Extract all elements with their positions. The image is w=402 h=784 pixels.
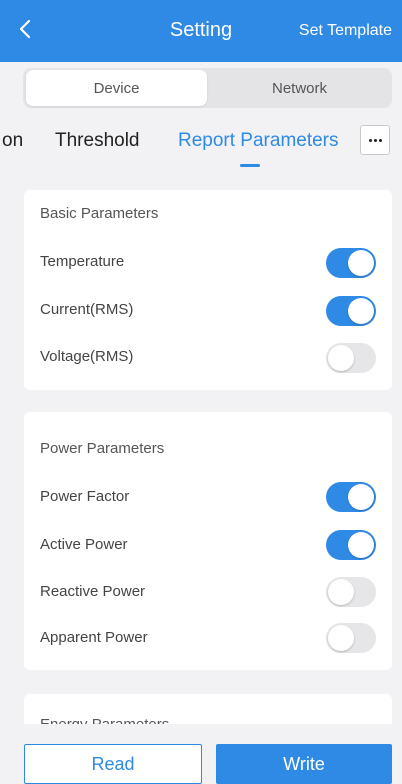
basic-parameters-card: Basic Parameters Temperature Current(RMS… [24,190,392,390]
bottom-action-bar: Read Write [0,724,402,784]
segment-device[interactable]: Device [26,70,207,106]
current-rms-label: Current(RMS) [40,301,134,318]
active-power-label: Active Power [40,536,128,553]
set-template-button[interactable]: Set Template [299,22,392,40]
power-parameters-card: Power Parameters Power Factor Active Pow… [24,412,392,670]
device-network-segment: Device Network [23,68,392,108]
apparent-power-toggle[interactable] [326,623,376,653]
temperature-label: Temperature [40,253,125,270]
current-rms-toggle[interactable] [326,296,376,326]
active-power-toggle[interactable] [326,530,376,560]
segment-network[interactable]: Network [209,70,390,106]
tab-threshold[interactable]: Threshold [55,130,140,152]
power-parameters-title: Power Parameters [40,440,165,457]
temperature-toggle[interactable] [326,248,376,278]
tab-partial[interactable]: on [2,130,23,152]
page-title: Setting [169,19,233,41]
power-factor-toggle[interactable] [326,482,376,512]
back-button[interactable] [14,18,36,44]
parameter-tabs: on Threshold Report Parameters [0,118,402,178]
voltage-rms-label: Voltage(RMS) [40,348,134,365]
chevron-left-icon [19,19,31,44]
tab-report-parameters[interactable]: Report Parameters [178,130,339,152]
reactive-power-label: Reactive Power [40,583,146,600]
reactive-power-toggle[interactable] [326,577,376,607]
more-tabs-button[interactable] [360,125,390,155]
voltage-rms-toggle[interactable] [326,343,376,373]
power-factor-label: Power Factor [40,488,130,505]
write-button[interactable]: Write [216,744,392,784]
more-dots-icon [368,138,382,142]
basic-parameters-title: Basic Parameters [40,205,159,222]
header-bar: Setting Set Template [0,0,402,62]
read-button[interactable]: Read [24,744,202,784]
active-tab-indicator [240,164,260,167]
apparent-power-label: Apparent Power [40,629,148,646]
